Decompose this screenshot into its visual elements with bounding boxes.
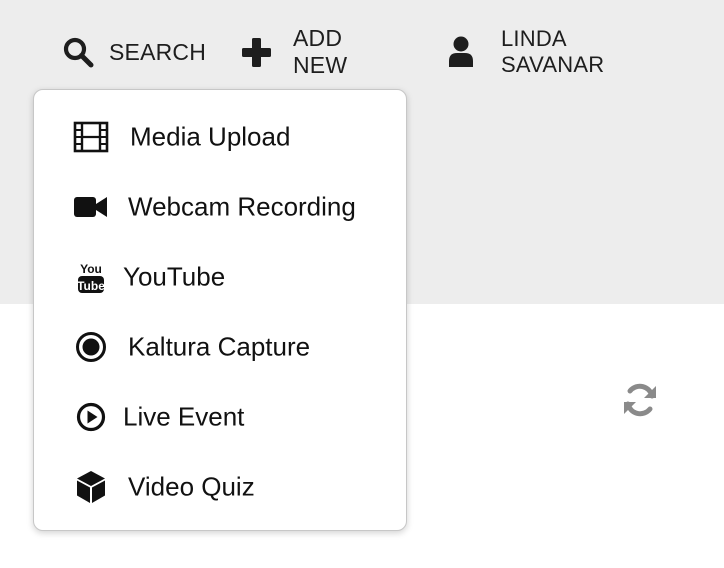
add-new-button[interactable]: ADD NEW <box>241 25 347 78</box>
video-camera-icon <box>73 189 109 225</box>
menu-item-media-upload[interactable]: Media Upload <box>34 109 406 165</box>
menu-item-label: YouTube <box>123 261 226 292</box>
menu-item-kaltura-capture[interactable]: Kaltura Capture <box>34 319 406 375</box>
user-name: LINDA SAVANAR <box>501 26 605 77</box>
youtube-icon: You Tube <box>73 259 109 295</box>
menu-item-youtube[interactable]: You Tube YouTube <box>34 249 406 305</box>
menu-item-label: Live Event <box>123 401 245 432</box>
film-icon <box>73 119 109 155</box>
menu-item-video-quiz[interactable]: Video Quiz <box>34 459 406 515</box>
menu-item-label: Media Upload <box>130 121 291 152</box>
cube-icon <box>73 469 109 505</box>
user-menu-button[interactable]: LINDA SAVANAR <box>448 26 604 77</box>
menu-item-label: Kaltura Capture <box>128 331 311 362</box>
menu-item-label: Webcam Recording <box>128 191 356 222</box>
plus-icon <box>241 37 272 68</box>
search-label: SEARCH <box>109 38 207 65</box>
menu-item-live-event[interactable]: Live Event <box>34 389 406 445</box>
menu-item-label: Video Quiz <box>128 471 255 502</box>
add-new-dropdown: Media Upload Webcam Recording You Tube Y… <box>33 89 407 531</box>
refresh-icon <box>621 383 659 423</box>
refresh-button[interactable] <box>621 381 659 419</box>
play-circle-icon <box>73 399 109 435</box>
svg-text:You: You <box>80 262 102 276</box>
user-icon <box>448 36 474 68</box>
page: SEARCH ADD NEW LINDA SAVANAR Media Uploa… <box>0 0 724 568</box>
menu-item-webcam-recording[interactable]: Webcam Recording <box>34 179 406 235</box>
search-icon <box>62 36 94 68</box>
add-new-label: ADD NEW <box>293 25 348 78</box>
search-button[interactable]: SEARCH <box>62 32 206 72</box>
svg-text:Tube: Tube <box>77 279 105 293</box>
record-icon <box>73 329 109 365</box>
